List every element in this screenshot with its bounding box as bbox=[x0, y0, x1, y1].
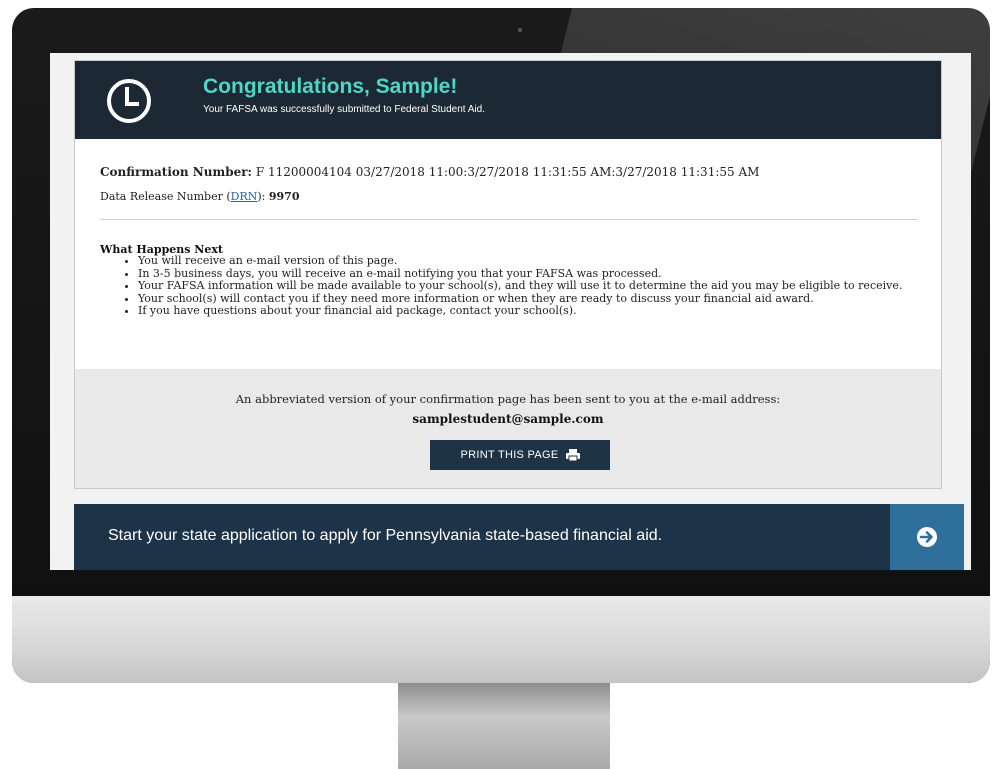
email-confirmation-section: An abbreviated version of your confirmat… bbox=[75, 369, 941, 488]
confirmation-number-value: F 11200004104 03/27/2018 11:00:3/27/2018… bbox=[255, 165, 760, 179]
list-item: Your FAFSA information will be made avai… bbox=[123, 279, 931, 293]
confirmation-card: Congratulations, Sample! Your FAFSA was … bbox=[74, 60, 942, 489]
confirmation-number-row: Confirmation Number: F 11200004104 03/27… bbox=[100, 165, 759, 179]
confirmation-header: Congratulations, Sample! Your FAFSA was … bbox=[75, 61, 941, 139]
page-subtitle: Your FAFSA was successfully submitted to… bbox=[203, 104, 485, 115]
list-item: You will receive an e-mail version of th… bbox=[123, 254, 931, 268]
email-address: samplestudent@sample.com bbox=[412, 412, 604, 426]
monitor-bezel: Congratulations, Sample! Your FAFSA was … bbox=[12, 8, 990, 683]
state-application-arrow-button[interactable] bbox=[890, 504, 964, 570]
section-divider bbox=[100, 219, 918, 220]
state-application-banner[interactable]: Start your state application to apply fo… bbox=[74, 504, 964, 570]
print-page-button[interactable]: PRINT THIS PAGE bbox=[430, 440, 610, 470]
data-release-number-row: Data Release Number (DRN): 9970 bbox=[100, 190, 299, 203]
drn-value: 9970 bbox=[268, 190, 300, 203]
list-item: If you have questions about your financi… bbox=[123, 304, 931, 318]
webcam-icon bbox=[518, 28, 522, 32]
print-button-label: PRINT THIS PAGE bbox=[460, 449, 559, 461]
drn-label-suffix: ): bbox=[257, 190, 266, 203]
page-title: Congratulations, Sample! bbox=[203, 75, 458, 98]
confirmation-number-label: Confirmation Number: bbox=[100, 165, 252, 179]
email-notice-text: An abbreviated version of your confirmat… bbox=[235, 392, 781, 406]
arrow-right-circle-icon bbox=[917, 527, 937, 547]
monitor-stand bbox=[398, 683, 610, 769]
monitor-chin bbox=[12, 596, 990, 683]
drn-link[interactable]: DRN bbox=[231, 190, 258, 203]
next-steps-list: You will receive an e-mail version of th… bbox=[123, 254, 931, 318]
state-application-text: Start your state application to apply fo… bbox=[108, 527, 663, 544]
drn-label-prefix: Data Release Number ( bbox=[100, 190, 231, 203]
browser-viewport: Congratulations, Sample! Your FAFSA was … bbox=[50, 53, 971, 570]
printer-icon bbox=[565, 449, 580, 461]
clock-icon bbox=[107, 79, 151, 123]
desktop-monitor-mockup: Congratulations, Sample! Your FAFSA was … bbox=[0, 0, 993, 769]
